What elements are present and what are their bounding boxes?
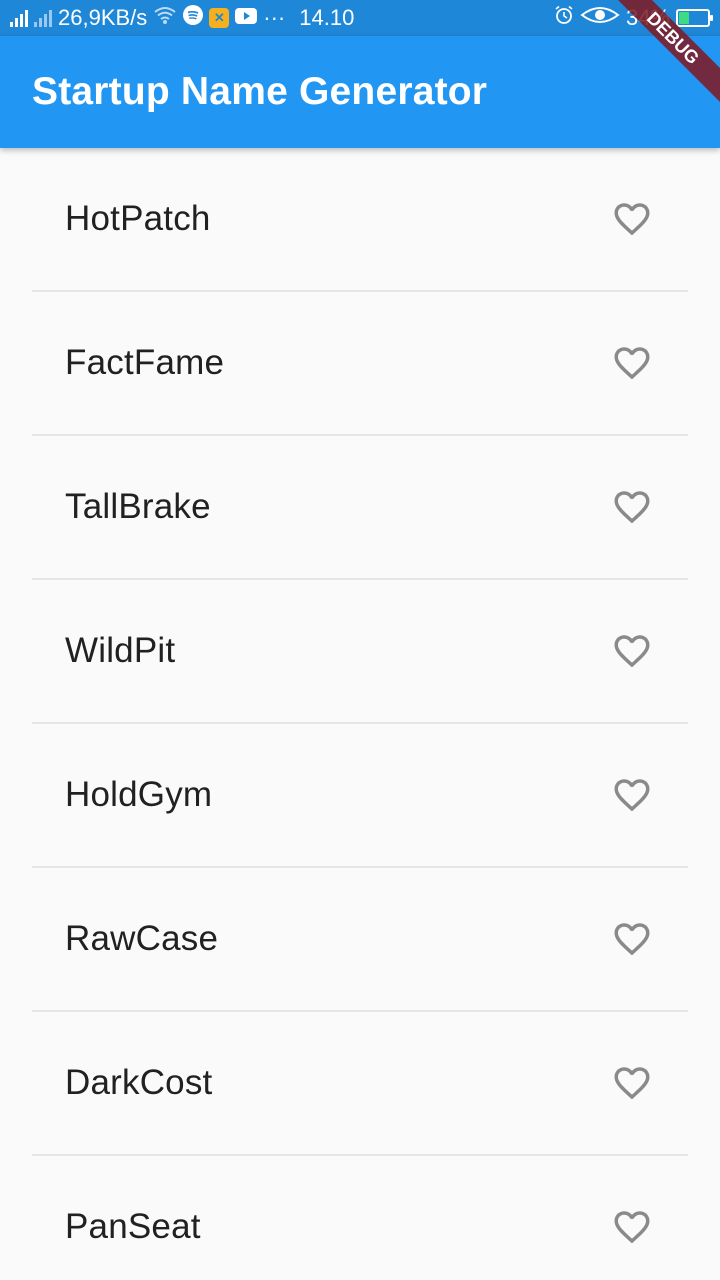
status-bar: 26,9KB/s ✕ ··· 14.10 34% <box>0 0 720 36</box>
app-icon: ✕ <box>209 8 230 28</box>
phone-screen: 26,9KB/s ✕ ··· 14.10 34% <box>0 0 720 1280</box>
heart-outline-icon[interactable] <box>610 1205 654 1249</box>
app-bar-title: Startup Name Generator <box>32 70 488 113</box>
heart-outline-icon[interactable] <box>610 917 654 961</box>
list-item-label: DarkCost <box>65 1063 213 1102</box>
heart-outline-icon[interactable] <box>610 773 654 817</box>
more-notifications-indicator: ··· <box>263 5 286 30</box>
heart-outline-icon[interactable] <box>610 485 654 529</box>
status-bar-left: 26,9KB/s ✕ ··· 14.10 <box>10 5 354 31</box>
heart-outline-icon[interactable] <box>610 197 654 241</box>
list-item-label: RawCase <box>65 919 219 958</box>
list-item[interactable]: RawCase <box>32 868 688 1012</box>
startup-name-list[interactable]: HotPatch FactFame TallBrake WildPit Hold… <box>32 148 688 1280</box>
list-item[interactable]: WildPit <box>32 580 688 724</box>
heart-outline-icon[interactable] <box>610 1061 654 1105</box>
battery-level-fill <box>679 12 689 24</box>
list-item-label: PanSeat <box>65 1207 201 1246</box>
clock: 14.10 <box>299 5 355 30</box>
spotify-icon <box>183 5 204 31</box>
list-item[interactable]: TallBrake <box>32 436 688 580</box>
list-item[interactable]: HoldGym <box>32 724 688 868</box>
heart-outline-icon[interactable] <box>610 629 654 673</box>
signal-icon <box>34 9 52 27</box>
youtube-icon <box>235 5 258 31</box>
eye-icon <box>580 5 620 31</box>
list-item[interactable]: HotPatch <box>32 148 688 292</box>
list-item[interactable]: DarkCost <box>32 1012 688 1156</box>
list-item-label: TallBrake <box>65 487 211 526</box>
alarm-icon <box>554 5 574 31</box>
list-item[interactable]: FactFame <box>32 292 688 436</box>
battery-icon <box>676 9 713 27</box>
list-item-label: FactFame <box>65 343 225 382</box>
list-item-label: WildPit <box>65 631 176 670</box>
signal-icon <box>10 9 28 27</box>
list-item-label: HoldGym <box>65 775 213 814</box>
network-speed: 26,9KB/s <box>58 5 148 30</box>
app-bar: Startup Name Generator <box>0 36 720 148</box>
wifi-icon <box>153 5 177 31</box>
list-item[interactable]: PanSeat <box>32 1156 688 1280</box>
heart-outline-icon[interactable] <box>610 341 654 385</box>
list-item-label: HotPatch <box>65 199 211 238</box>
